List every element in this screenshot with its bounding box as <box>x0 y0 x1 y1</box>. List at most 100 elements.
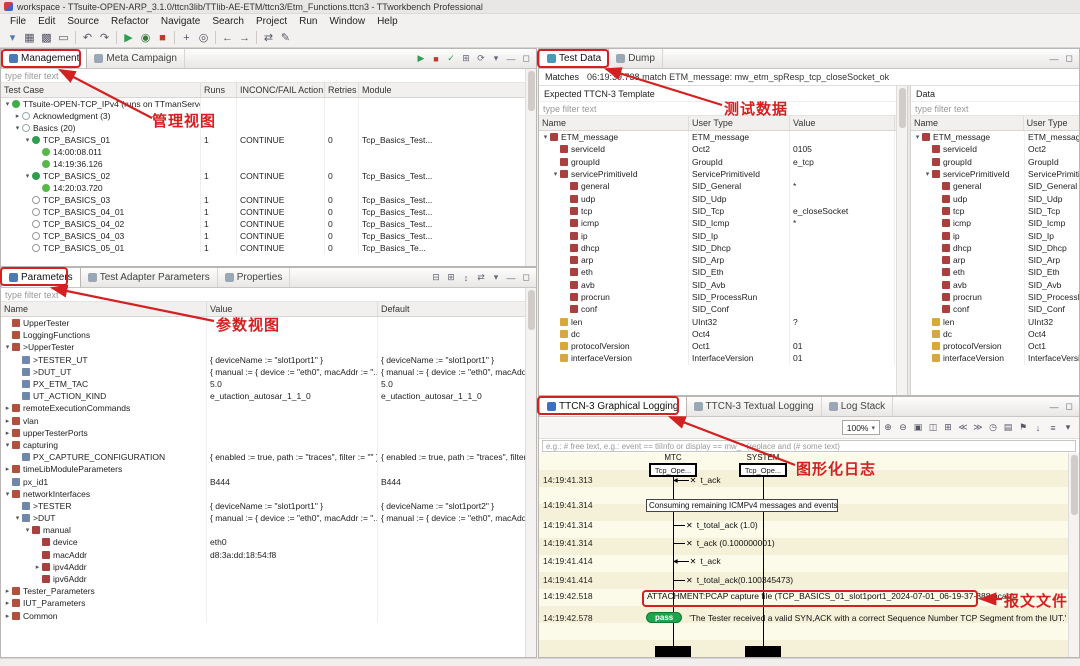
menu-search[interactable]: Search <box>206 16 250 27</box>
collapse-icon[interactable]: ▾ <box>3 100 12 108</box>
menu-help[interactable]: Help <box>371 16 404 27</box>
tree-row[interactable]: avbSID_Avb <box>539 279 907 291</box>
tree-row[interactable]: tcpSID_Tcp <box>911 205 1080 217</box>
tree-row[interactable]: >TESTER_UT{ deviceName := "slot1port1" }… <box>1 354 536 366</box>
tree-row[interactable]: avbSID_Avb <box>911 279 1080 291</box>
tab-test-data[interactable]: Test Data <box>539 49 609 68</box>
refresh-icon[interactable]: ⟳ <box>474 51 488 66</box>
matches-value[interactable]: 06:19:39.738 match ETM_message: mw_etm_s… <box>587 72 889 82</box>
tree-row[interactable]: interfaceVersionInterfaceVersion01 <box>539 352 907 364</box>
collapse-icon[interactable]: ▾ <box>13 124 22 132</box>
tree-row[interactable]: tcpSID_Tcpe_closeSocket <box>539 205 907 217</box>
minimize-icon[interactable]: — <box>1047 399 1061 414</box>
tree-row[interactable]: deviceeth0 <box>1 536 536 548</box>
tab-textual-logging[interactable]: TTCN-3 Textual Logging <box>687 397 822 416</box>
column-header[interactable]: Runs <box>201 83 237 97</box>
parameters-filter-input[interactable]: type filter text <box>5 290 59 300</box>
expand-icon[interactable]: ▸ <box>3 417 12 425</box>
annotate-icon[interactable]: ✎ <box>277 30 294 46</box>
link-icon[interactable]: ⇄ <box>474 270 488 285</box>
minimize-icon[interactable]: — <box>1047 51 1061 66</box>
log-event-timeout[interactable]: ✕t_ack <box>673 474 721 486</box>
collapse-icon[interactable]: ▾ <box>551 170 560 178</box>
log-event-timer[interactable]: ✕t_ack (0.100000001) <box>673 537 775 549</box>
collapse-icon[interactable]: ▾ <box>3 490 12 498</box>
tree-row[interactable]: TCP_BASICS_04_021CONTINUE0Tcp_Basics_Tes… <box>1 218 536 230</box>
tab-test-adapter-parameters[interactable]: Test Adapter Parameters <box>81 268 218 287</box>
view-menu-icon[interactable]: ▾ <box>1061 420 1075 435</box>
tree-row[interactable]: ipSID_Ip <box>911 229 1080 241</box>
minimize-icon[interactable]: — <box>504 51 518 66</box>
menu-navigate[interactable]: Navigate <box>155 16 206 27</box>
tab-graphical-logging[interactable]: TTCN-3 Graphical Logging <box>539 397 687 416</box>
tree-row[interactable]: ethSID_Eth <box>911 266 1080 278</box>
tree-row[interactable]: ethSID_Eth <box>539 266 907 278</box>
tree-row[interactable]: groupIdGroupId <box>911 156 1080 168</box>
collapse-icon[interactable]: ▾ <box>923 170 932 178</box>
zoom-in-icon[interactable]: ⊕ <box>881 420 895 435</box>
tree-row[interactable]: >TESTER{ deviceName := "slot1port1" }{ d… <box>1 500 536 512</box>
tree-row[interactable]: UT_ACTION_KINDe_utaction_autosar_1_1_0e_… <box>1 390 536 402</box>
tree-row[interactable]: TCP_BASICS_04_031CONTINUE0Tcp_Basics_Tes… <box>1 230 536 242</box>
print-icon[interactable]: ▭ <box>55 30 72 46</box>
column-header[interactable]: Retries <box>325 83 359 97</box>
collapse-icon[interactable]: ▾ <box>3 441 12 449</box>
tree-row[interactable]: dhcpSID_Dhcp <box>911 242 1080 254</box>
column-header[interactable]: INCONC/FAIL Action <box>237 83 325 97</box>
zoom-select[interactable]: 100% ▾ <box>842 420 880 435</box>
diagram-scrollbar[interactable] <box>1068 453 1079 657</box>
log-event-timeout[interactable]: ✕t_ack <box>673 555 721 567</box>
maximize-icon[interactable]: ◻ <box>519 270 533 285</box>
tree-row[interactable]: 14:20:03.720 <box>1 182 536 194</box>
column-header[interactable]: Module <box>359 83 526 97</box>
column-header[interactable]: Default <box>378 302 526 316</box>
menu-file[interactable]: File <box>4 16 32 27</box>
tab-management[interactable]: Management <box>1 49 87 68</box>
tree-row[interactable]: procrunSID_ProcessRun <box>911 291 1080 303</box>
tree-row[interactable]: macAddrd8:3a:dd:18:54:f8 <box>1 549 536 561</box>
save-icon[interactable]: ▦ <box>21 30 38 46</box>
undo-icon[interactable]: ↶ <box>79 30 96 46</box>
log-event-timer[interactable]: ✕t_total_ack(0.100345473) <box>673 574 793 586</box>
tab-meta-campaign[interactable]: Meta Campaign <box>87 49 185 68</box>
tree-row[interactable]: confSID_Conf <box>911 303 1080 315</box>
parameters-scrollbar[interactable] <box>525 288 536 657</box>
expand-all-icon[interactable]: ⊞ <box>444 270 458 285</box>
minimize-icon[interactable]: — <box>504 270 518 285</box>
grid-icon[interactable]: ⊞ <box>941 420 955 435</box>
column-header[interactable]: Value <box>207 302 378 316</box>
tree-row[interactable]: ▸remoteExecutionCommands <box>1 402 536 414</box>
tab-parameters[interactable]: Parameters <box>1 268 81 287</box>
expand-icon[interactable]: ▸ <box>3 404 12 412</box>
tree-row[interactable]: ▾servicePrimitiveIdServicePrimitiveId <box>539 168 907 180</box>
collapse-icon[interactable]: ▾ <box>913 133 922 141</box>
data-filter-input[interactable]: type filter text <box>915 104 969 114</box>
tree-row[interactable]: arpSID_Arp <box>911 254 1080 266</box>
tree-row[interactable]: ▸Acknowledgment (3) <box>1 110 536 122</box>
collapse-icon[interactable]: ▾ <box>541 133 550 141</box>
tree-row[interactable]: TCP_BASICS_04_011CONTINUE0Tcp_Basics_Tes… <box>1 206 536 218</box>
save-all-icon[interactable]: ▩ <box>38 30 55 46</box>
tree-row[interactable]: ▸IUT_Parameters <box>1 597 536 609</box>
tree-row[interactable]: ipv6Addr <box>1 573 536 585</box>
tree-row[interactable]: arpSID_Arp <box>539 254 907 266</box>
expand-icon[interactable]: ▸ <box>3 612 12 620</box>
sort-icon[interactable]: ↕ <box>459 270 473 285</box>
tab-properties[interactable]: Properties <box>218 268 291 287</box>
tree-row[interactable]: px_id1B444B444 <box>1 475 536 487</box>
table-view-icon[interactable]: ⊞ <box>459 51 473 66</box>
collapse-icon[interactable]: ▾ <box>23 526 32 534</box>
tree-row[interactable]: 14:19:36.126 <box>1 158 536 170</box>
tree-row[interactable]: ▾TCP_BASICS_011CONTINUE0Tcp_Basics_Test.… <box>1 134 536 146</box>
tree-row[interactable]: dcOct4 <box>539 328 907 340</box>
column-header[interactable]: User Type <box>689 116 790 130</box>
menu-project[interactable]: Project <box>250 16 293 27</box>
tree-row[interactable]: ▾TCP_BASICS_021CONTINUE0Tcp_Basics_Test.… <box>1 170 536 182</box>
collapse-icon[interactable]: ▾ <box>23 136 32 144</box>
column-header[interactable]: Name <box>539 116 689 130</box>
tree-row[interactable]: generalSID_General <box>911 180 1080 192</box>
log-event-timer[interactable]: ✕t_total_ack (1.0) <box>673 519 758 531</box>
time-icon[interactable]: ◷ <box>986 420 1000 435</box>
redo-icon[interactable]: ↷ <box>96 30 113 46</box>
expand-icon[interactable]: ▸ <box>3 465 12 473</box>
